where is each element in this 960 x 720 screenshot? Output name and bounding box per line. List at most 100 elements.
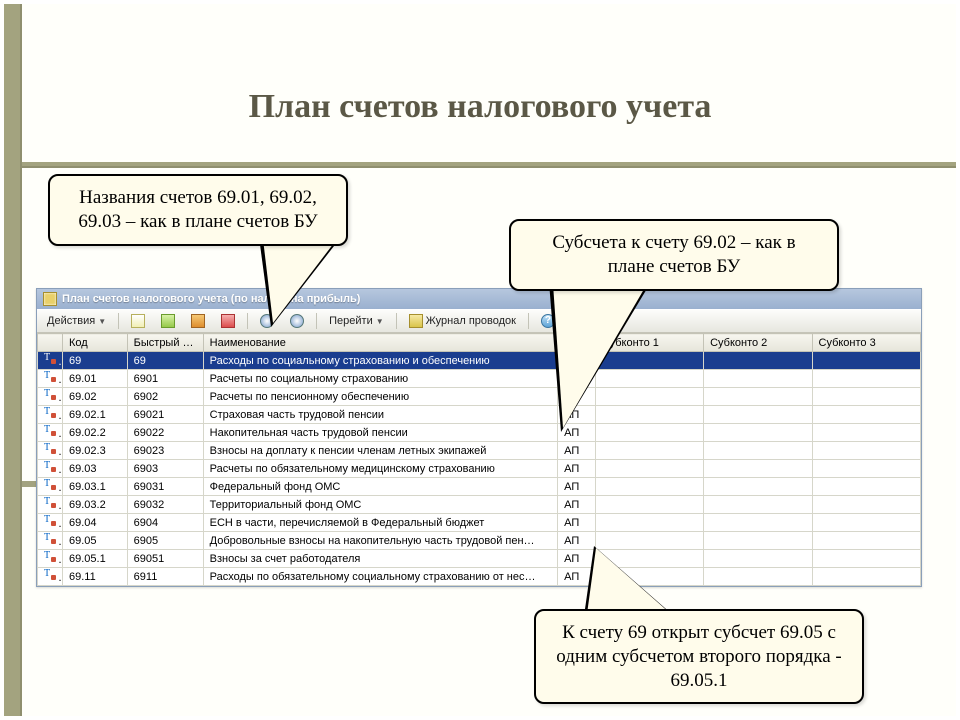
name-cell: Взносы на доплату к пенсии членам летных… — [203, 442, 557, 460]
table-row[interactable]: 69.02.269022Накопительная часть трудовой… — [38, 424, 921, 442]
delete-button[interactable] — [215, 312, 241, 330]
account-icon — [44, 407, 58, 419]
sub2-cell — [704, 550, 812, 568]
sub3-cell — [812, 478, 921, 496]
act-cell: АП — [558, 460, 596, 478]
delete-icon — [221, 314, 235, 328]
code-cell: 69.02.2 — [63, 424, 128, 442]
chevron-down-icon: ▼ — [376, 317, 384, 326]
row-icon-cell — [38, 568, 63, 586]
callout-tail-1 — [259, 237, 341, 327]
edit-button[interactable] — [155, 312, 181, 330]
name-cell: Взносы за счет работодателя — [203, 550, 557, 568]
name-cell: Федеральный фонд ОМС — [203, 478, 557, 496]
sub3-cell — [812, 568, 921, 586]
account-icon — [44, 497, 58, 509]
code-cell: 69.04 — [63, 514, 128, 532]
act-cell: АП — [558, 442, 596, 460]
table-row[interactable]: 69.05.169051Взносы за счет работодателяА… — [38, 550, 921, 568]
new-button[interactable] — [125, 312, 151, 330]
actions-menu[interactable]: Действия ▼ — [41, 313, 112, 329]
row-icon-cell — [38, 496, 63, 514]
sub1-cell — [595, 478, 703, 496]
row-icon-cell — [38, 388, 63, 406]
callout-tail-2 — [549, 282, 651, 432]
code-cell: 69.05 — [63, 532, 128, 550]
sub3-cell — [812, 370, 921, 388]
toolbar-sep — [528, 313, 529, 329]
table-row[interactable]: 69.03.269032Территориальный фонд ОМСАП — [38, 496, 921, 514]
code-cell: 69.03.2 — [63, 496, 128, 514]
chevron-down-icon: ▼ — [98, 317, 106, 326]
sub1-cell — [595, 496, 703, 514]
fast-cell: 6902 — [127, 388, 203, 406]
code-cell: 69.01 — [63, 370, 128, 388]
sub3-cell — [812, 514, 921, 532]
journal-button[interactable]: Журнал проводок — [403, 312, 522, 330]
sub3-cell — [812, 388, 921, 406]
sub1-cell — [595, 460, 703, 478]
sub3-cell — [812, 424, 921, 442]
row-icon-cell — [38, 424, 63, 442]
sub3-cell — [812, 496, 921, 514]
toolbar-sep — [396, 313, 397, 329]
table-row[interactable]: 69.03.169031Федеральный фонд ОМСАП — [38, 478, 921, 496]
account-icon — [44, 461, 58, 473]
col-name[interactable]: Наименование — [203, 334, 557, 352]
slide-title: План счетов налогового учета — [4, 88, 956, 126]
new-icon — [131, 314, 145, 328]
row-icon-cell — [38, 478, 63, 496]
table-row[interactable]: 69.016901Расчеты по социальному страхова… — [38, 370, 921, 388]
account-icon — [44, 551, 58, 563]
fast-cell: 69021 — [127, 406, 203, 424]
journal-icon — [409, 314, 423, 328]
app-window: План счетов налогового учета (по налогу … — [36, 288, 922, 587]
fast-cell: 6901 — [127, 370, 203, 388]
accounts-table[interactable]: Код Быстрый … Наименование Акт. Субконто… — [37, 333, 921, 586]
col-sub2[interactable]: Субконто 2 — [704, 334, 812, 352]
table-row[interactable]: 69.056905Добровольные взносы на накопите… — [38, 532, 921, 550]
act-cell: АП — [558, 496, 596, 514]
table-row[interactable]: 69.02.169021Страховая часть трудовой пен… — [38, 406, 921, 424]
row-icon-cell — [38, 532, 63, 550]
table-row[interactable]: 69.02.369023Взносы на доплату к пенсии ч… — [38, 442, 921, 460]
act-cell: АП — [558, 514, 596, 532]
sub2-cell — [704, 496, 812, 514]
sub1-cell — [595, 442, 703, 460]
name-cell: Накопительная часть трудовой пенсии — [203, 424, 557, 442]
row-icon-cell — [38, 370, 63, 388]
account-icon — [44, 353, 58, 365]
table-row[interactable]: 69.026902Расчеты по пенсионному обеспече… — [38, 388, 921, 406]
name-cell: Территориальный фонд ОМС — [203, 496, 557, 514]
fast-cell: 69032 — [127, 496, 203, 514]
toolbar-sep — [118, 313, 119, 329]
actions-label: Действия — [47, 315, 95, 327]
account-icon — [44, 389, 58, 401]
table-row[interactable]: 6969Расходы по социальному страхованию и… — [38, 352, 921, 370]
edit2-button[interactable] — [185, 312, 211, 330]
col-icon[interactable] — [38, 334, 63, 352]
fast-cell: 69023 — [127, 442, 203, 460]
code-cell: 69.11 — [63, 568, 128, 586]
account-icon — [44, 443, 58, 455]
col-fast[interactable]: Быстрый … — [127, 334, 203, 352]
fast-cell: 6905 — [127, 532, 203, 550]
account-icon — [44, 371, 58, 383]
window-titlebar[interactable]: План счетов налогового учета (по налогу … — [37, 289, 921, 309]
code-cell: 69.03 — [63, 460, 128, 478]
table-row[interactable]: 69.046904ЕСН в части, перечисляемой в Фе… — [38, 514, 921, 532]
table-row[interactable]: 69.036903Расчеты по обязательному медици… — [38, 460, 921, 478]
name-cell: Страховая часть трудовой пенсии — [203, 406, 557, 424]
col-code[interactable]: Код — [63, 334, 128, 352]
callout-tail-3 — [584, 546, 674, 616]
name-cell: Расчеты по социальному страхованию — [203, 370, 557, 388]
row-icon-cell — [38, 514, 63, 532]
code-cell: 69.03.1 — [63, 478, 128, 496]
table-row[interactable]: 69.116911Расходы по обязательному социал… — [38, 568, 921, 586]
sub3-cell — [812, 442, 921, 460]
fast-cell: 69051 — [127, 550, 203, 568]
callout-subaccount-6905: К счету 69 открыт субсчет 69.05 с одним … — [534, 609, 864, 704]
code-cell: 69.05.1 — [63, 550, 128, 568]
col-sub3[interactable]: Субконто 3 — [812, 334, 921, 352]
toolbar: Действия ▼ Перейти ▼ Журнал проводок — [37, 309, 921, 333]
